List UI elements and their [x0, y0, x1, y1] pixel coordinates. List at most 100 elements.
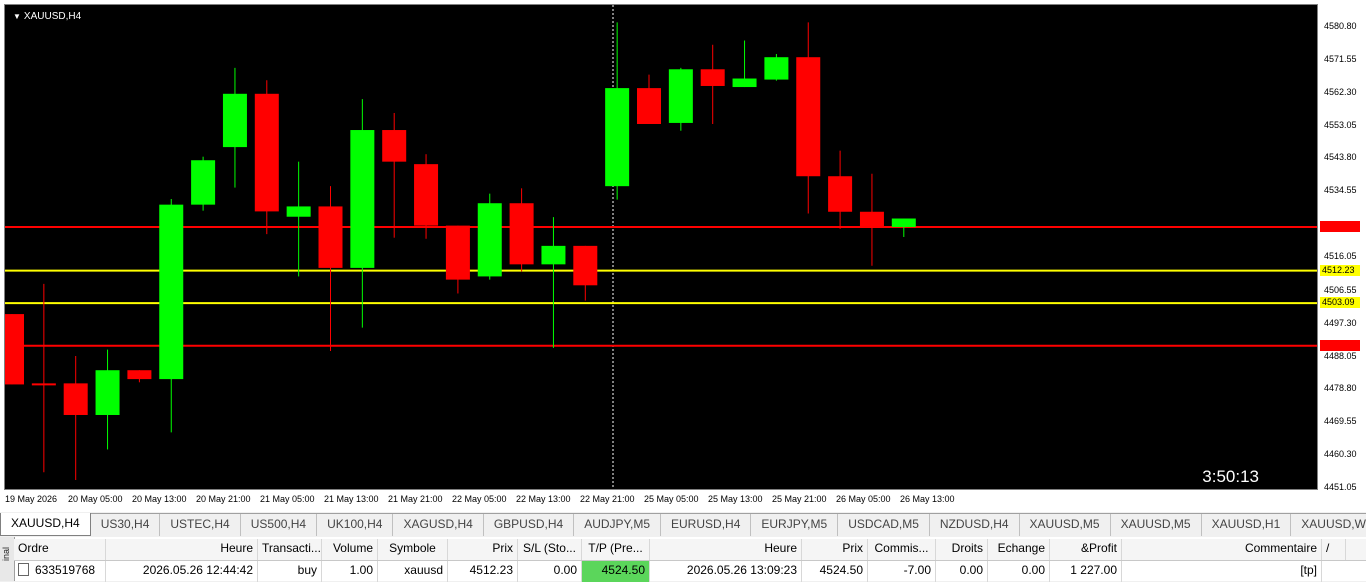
column-header[interactable]: S/L (Sto...: [518, 539, 582, 560]
column-header[interactable]: Heure: [650, 539, 802, 560]
chart-tab[interactable]: US500,H4: [241, 514, 318, 536]
column-header[interactable]: Volume: [322, 539, 378, 560]
order-cell: 4512.23: [448, 561, 518, 582]
bull-candle: [668, 69, 693, 123]
level-price-tag: 4524.50: [1320, 221, 1360, 233]
column-header[interactable]: Symbole: [378, 539, 448, 560]
bear-candle: [382, 130, 407, 162]
chart-tab[interactable]: EURJPY,M5: [751, 514, 839, 536]
time-tick: 25 May 21:00: [772, 494, 827, 504]
bear-candle: [637, 88, 661, 124]
order-cell: 1.00: [322, 561, 378, 582]
chart-tab[interactable]: NZDUSD,H4: [930, 514, 1020, 536]
order-cell: [tp]: [1122, 561, 1322, 582]
chart-tab[interactable]: XAUUSD,H1: [1202, 514, 1292, 536]
chart-tab[interactable]: XAGUSD,H4: [393, 514, 484, 536]
column-header[interactable]: Echange: [988, 539, 1050, 560]
chart-tab[interactable]: EURUSD,H4: [661, 514, 752, 536]
bear-candle: [828, 176, 853, 212]
bear-candle: [254, 93, 279, 212]
chart-window[interactable]: ▼ XAUUSD,H4 3:50:13 4580.80 4571.55 4562.30…: [0, 0, 1366, 512]
column-header[interactable]: Prix: [802, 539, 868, 560]
order-cell: buy: [258, 561, 322, 582]
time-tick: 21 May 13:00: [324, 494, 379, 504]
dropdown-triangle-icon[interactable]: ▼: [13, 12, 21, 21]
price-tick: 4543.80: [1324, 152, 1357, 163]
chart-tab[interactable]: US30,H4: [91, 514, 161, 536]
chart-tab[interactable]: XAUUSD,M5: [1111, 514, 1202, 536]
level-price-tag: 4512.23: [1320, 264, 1360, 276]
chart-tab[interactable]: GBPUSD,H4: [484, 514, 575, 536]
bear-candle: [445, 225, 470, 280]
document-icon: [18, 563, 29, 576]
order-cell: 2026.05.26 12:44:42: [106, 561, 258, 582]
chart-tab[interactable]: UK100,H4: [317, 514, 394, 536]
price-tick: 4497.30: [1324, 317, 1357, 328]
time-tick: 22 May 05:00: [452, 494, 507, 504]
chart-tab[interactable]: XAUUSD,H4: [0, 513, 91, 536]
bear-candle: [63, 383, 88, 415]
time-tick: 22 May 13:00: [516, 494, 571, 504]
order-id-cell: 633519768: [14, 561, 106, 582]
chart-tab[interactable]: XAUUSD,Weekly: [1291, 514, 1366, 536]
bear-candle: [318, 206, 343, 268]
column-header[interactable]: Commentaire: [1122, 539, 1322, 560]
terminal-side-label[interactable]: inal: [0, 537, 15, 581]
bull-candle: [95, 370, 120, 415]
column-header-extra: /: [1322, 539, 1346, 560]
time-tick: 19 May 2026: [5, 494, 58, 504]
bull-candle: [891, 218, 916, 228]
chart-tab[interactable]: USTEC,H4: [160, 514, 241, 536]
price-tick: 4534.55: [1324, 185, 1357, 196]
chart-tab[interactable]: XAUUSD,M5: [1020, 514, 1111, 536]
bear-candle: [700, 69, 725, 86]
price-tick: 4478.80: [1324, 383, 1357, 394]
time-tick: 20 May 21:00: [196, 494, 251, 504]
bull-candle: [159, 204, 184, 380]
symbol-label[interactable]: ▼ XAUUSD,H4: [13, 11, 81, 22]
symbol-text: XAUUSD,H4: [23, 11, 82, 22]
candle-countdown: 3:50:13: [1202, 467, 1259, 486]
order-cell: 0.00: [988, 561, 1050, 582]
time-tick: 20 May 05:00: [68, 494, 123, 504]
order-cell: xauusd: [378, 561, 448, 582]
order-cell: 4524.50: [802, 561, 868, 582]
time-tick: 26 May 13:00: [900, 494, 955, 504]
price-tick: 4562.30: [1324, 86, 1357, 97]
terminal-order-row[interactable]: 633519768 2026.05.26 12:44:42 buy 1.00 xauus…: [14, 561, 1366, 582]
bull-candle: [477, 203, 502, 277]
order-id-text: 633519768: [35, 563, 96, 577]
bull-candle: [191, 160, 216, 205]
order-cell: -7.00: [868, 561, 936, 582]
price-tick: 4488.05: [1324, 350, 1357, 361]
order-cell: 4524.50: [582, 561, 650, 582]
order-cell: 0.00: [936, 561, 988, 582]
column-header[interactable]: T/P (Pre...: [582, 539, 650, 560]
time-tick: 22 May 21:00: [580, 494, 635, 504]
candlestick-chart: [5, 5, 1317, 489]
column-header[interactable]: Heure: [106, 539, 258, 560]
level-price-tag: 4491.08: [1320, 339, 1360, 351]
bull-candle: [764, 57, 789, 80]
order-cell: 2026.05.26 13:09:23: [650, 561, 802, 582]
price-tick: 4460.30: [1324, 449, 1357, 460]
price-tick: 4506.55: [1324, 284, 1357, 295]
order-cell: 0.00: [518, 561, 582, 582]
time-tick: 26 May 05:00: [836, 494, 891, 504]
column-header[interactable]: Prix: [448, 539, 518, 560]
chart-canvas[interactable]: ▼ XAUUSD,H4 3:50:13: [4, 4, 1318, 490]
bull-candle: [222, 93, 247, 148]
terminal-side-text: inal: [1, 546, 11, 561]
chart-tab[interactable]: AUDJPY,M5: [574, 514, 662, 536]
bull-candle: [605, 88, 630, 187]
time-tick: 21 May 21:00: [388, 494, 443, 504]
chart-tab[interactable]: USDCAD,M5: [838, 514, 930, 536]
column-header[interactable]: &Profit: [1050, 539, 1122, 560]
price-tick: 4469.55: [1324, 416, 1357, 427]
column-header[interactable]: Transacti...: [258, 539, 322, 560]
level-price-tag: 4503.09: [1320, 297, 1360, 309]
column-header[interactable]: Ordre: [14, 539, 106, 560]
column-header[interactable]: Commis...: [868, 539, 936, 560]
column-header[interactable]: Droits: [936, 539, 988, 560]
bear-candle: [509, 203, 534, 265]
